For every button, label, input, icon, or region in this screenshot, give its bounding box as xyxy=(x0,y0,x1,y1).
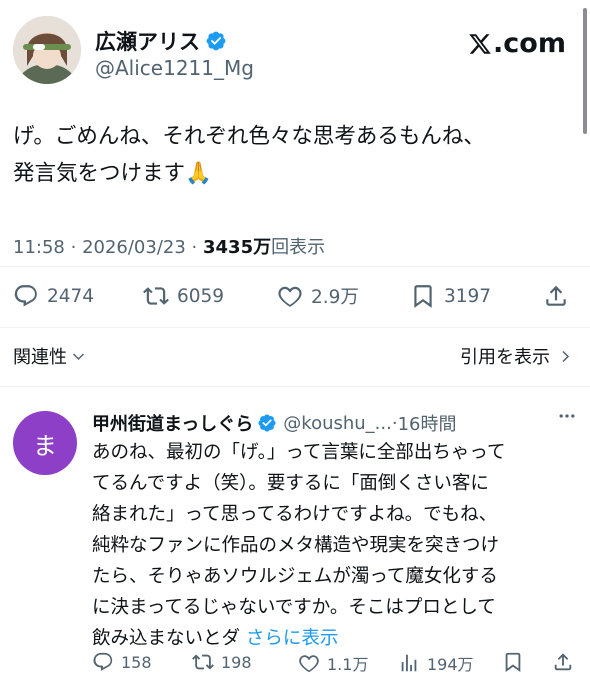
reply-reply-count: 158 xyxy=(121,652,152,672)
reply-header: 甲州街道まっしぐら @koushu_... · 16時間 xyxy=(92,408,580,438)
tweet-line-2-text: 発言気をつけます xyxy=(13,161,186,186)
like-count: 2.9万 xyxy=(311,287,359,308)
bookmark-button[interactable]: 3197 xyxy=(410,283,491,309)
reply-icon xyxy=(93,652,113,671)
views-label: 回表示 xyxy=(271,237,326,258)
retweet-icon xyxy=(192,654,214,670)
bookmark-count: 3197 xyxy=(444,285,492,307)
view-quotes-link[interactable]: 引用を表示 xyxy=(460,343,573,369)
reply-retweet-button[interactable]: 198 xyxy=(192,651,252,673)
x-logo-icon xyxy=(469,33,491,54)
reply-last-line: 飲み込まないとダ xyxy=(92,628,241,649)
retweet-count: 6059 xyxy=(177,285,225,307)
more-options-icon[interactable] xyxy=(554,406,580,426)
tweet-line-1: げ。ごめんね、それぞれ色々な思考あるもんね、 xyxy=(13,124,485,149)
tweet-line-2: 発言気をつけます🙏 xyxy=(13,155,573,192)
reply-actions: 158 198 1.1万 194万 xyxy=(92,651,580,677)
reply-line: に決まってるじゃないですか。そこはプロとして xyxy=(92,597,496,618)
related-row: 関連性 引用を表示 xyxy=(13,343,573,371)
reply-views-count: 194万 xyxy=(427,655,474,674)
x-com-brand: .com xyxy=(468,28,566,59)
heart-icon xyxy=(299,655,319,673)
tweet-actions: 2474 6059 2.9万 3197 xyxy=(13,283,573,313)
views-count: 3435万 xyxy=(203,237,272,258)
divider xyxy=(0,266,590,267)
retweet-button[interactable]: 6059 xyxy=(143,283,224,309)
chevron-down-icon xyxy=(72,352,85,360)
like-button[interactable]: 2.9万 xyxy=(277,283,359,309)
separator: · xyxy=(191,237,203,258)
views-chart-icon xyxy=(401,654,417,672)
tweet-text: げ。ごめんね、それぞれ色々な思考あるもんね、 発言気をつけます🙏 xyxy=(13,118,573,192)
reply-text: あのね、最初の「げ。」って言葉に全部出ちゃって てるんですよ（笑）。要するに「面… xyxy=(92,437,562,654)
reply-retweet-count: 198 xyxy=(221,652,252,672)
reply-count: 2474 xyxy=(47,285,95,307)
display-name[interactable]: 広瀬アリス xyxy=(95,26,200,56)
reply-avatar[interactable]: ま xyxy=(13,411,77,475)
reply-icon xyxy=(14,285,37,307)
name-row: 広瀬アリス xyxy=(95,26,227,56)
quotes-label: 引用を表示 xyxy=(460,347,550,368)
folded-hands-emoji: 🙏 xyxy=(185,161,212,186)
separator: · xyxy=(70,237,83,258)
author-handle[interactable]: @Alice1211_Mg xyxy=(95,56,254,80)
bookmark-icon xyxy=(414,285,432,308)
reply-like-count: 1.1万 xyxy=(327,655,369,674)
reply-like-button[interactable]: 1.1万 xyxy=(298,651,368,675)
verified-badge-icon xyxy=(206,31,226,51)
brand-text: .com xyxy=(493,28,566,59)
tweet-date[interactable]: 2026/03/23 xyxy=(82,237,186,258)
reply-display-name[interactable]: 甲州街道まっしぐら xyxy=(92,410,253,436)
reply-button[interactable]: 2474 xyxy=(13,283,94,309)
share-button[interactable] xyxy=(543,283,577,309)
show-more-link[interactable]: さらに表示 xyxy=(246,628,339,649)
divider xyxy=(0,386,590,387)
reply-line: たら、そりゃあソウルジェムが濁って魔女化する xyxy=(92,566,498,587)
retweet-icon xyxy=(143,287,169,305)
reply-line: 純粋なファンに作品のメタ構造や現実を突きつけ xyxy=(92,535,500,556)
sort-label: 関連性 xyxy=(13,347,67,368)
reply-line: 飲み込まないとダ さらに表示 xyxy=(92,623,562,654)
reply-line: 絡まれた」って思ってるわけですよね。でもね、 xyxy=(92,504,498,525)
share-icon xyxy=(554,653,572,671)
tweet-time[interactable]: 11:58 xyxy=(13,237,65,258)
chevron-right-icon xyxy=(562,350,570,362)
reply-time[interactable]: 16時間 xyxy=(398,410,457,436)
reply-tweet[interactable]: ま 甲州街道まっしぐら @koushu_... · 16時間 あのね、最初の「げ… xyxy=(0,400,590,685)
verified-badge-icon xyxy=(258,414,276,432)
reply-line: てるんですよ（笑）。要するに「面倒くさい客に xyxy=(92,473,489,494)
scrollbar[interactable] xyxy=(583,8,587,134)
reply-reply-button[interactable]: 158 xyxy=(92,651,152,673)
reply-line: あのね、最初の「げ。」って言葉に全部出ちゃって xyxy=(92,442,506,463)
sort-relevance-button[interactable]: 関連性 xyxy=(13,343,86,369)
avatar[interactable] xyxy=(13,16,81,84)
tweet-meta: 11:58 · 2026/03/23 · 3435万回表示 xyxy=(13,233,325,259)
share-icon xyxy=(546,285,566,306)
reply-bookmark-button[interactable] xyxy=(502,651,531,673)
reply-handle[interactable]: @koushu_... xyxy=(283,413,392,434)
reply-share-button[interactable] xyxy=(552,651,581,673)
reply-views-button[interactable]: 194万 xyxy=(398,651,474,675)
divider xyxy=(0,327,590,328)
tweet-header: 広瀬アリス @Alice1211_Mg .com xyxy=(13,16,568,88)
heart-icon xyxy=(278,286,302,307)
bookmark-icon xyxy=(505,652,521,673)
